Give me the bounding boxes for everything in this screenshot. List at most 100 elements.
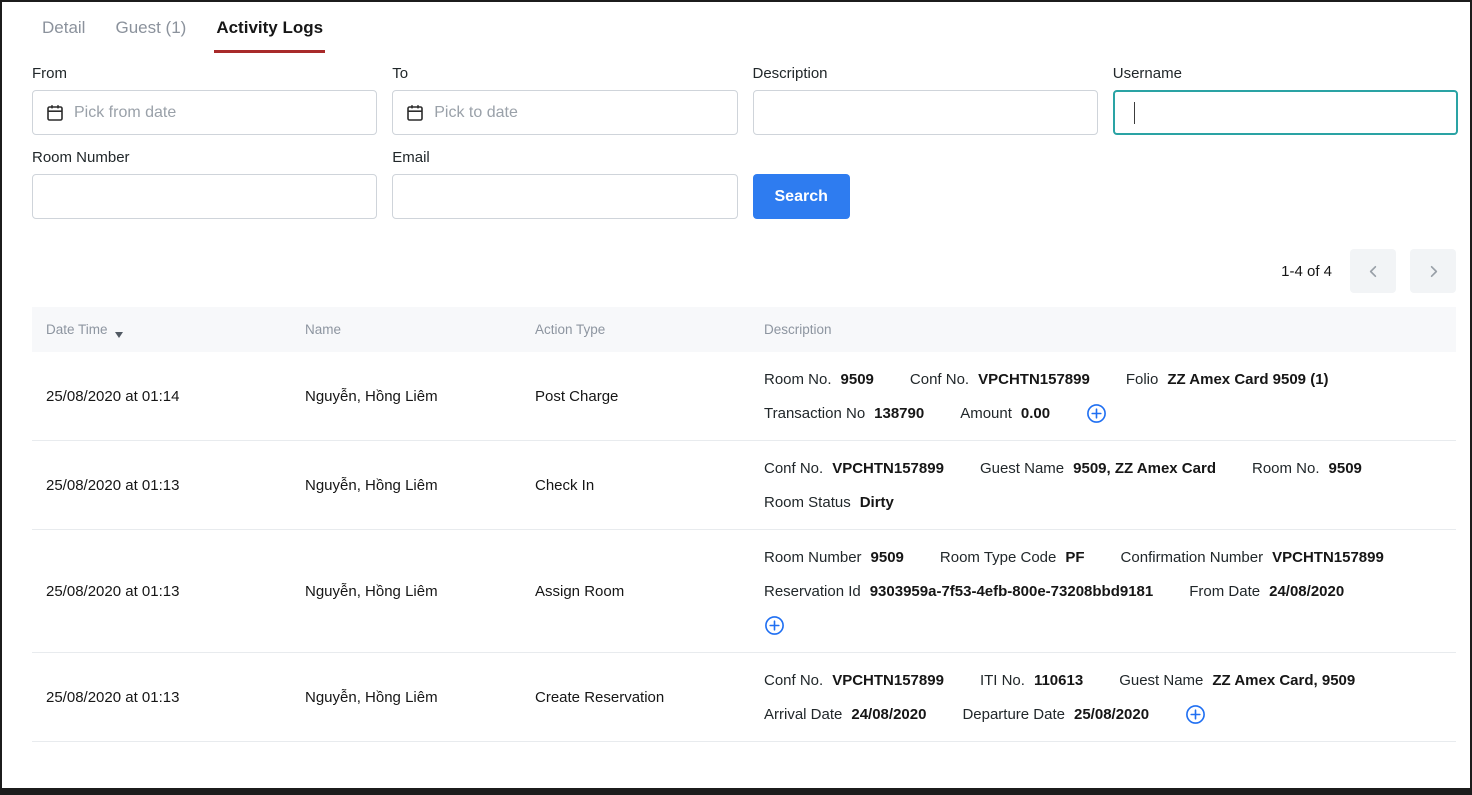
- description-field: Conf No.VPCHTN157899: [910, 371, 1090, 388]
- username-label: Username: [1113, 65, 1458, 82]
- from-placeholder: Pick from date: [74, 104, 176, 122]
- cell-action-type: Create Reservation: [535, 689, 764, 706]
- cell-action-type: Check In: [535, 477, 764, 494]
- description-field-value: 9509, ZZ Amex Card: [1073, 460, 1216, 477]
- description-field-label: Conf No.: [910, 371, 969, 388]
- description-field-label: From Date: [1189, 583, 1260, 600]
- description-line: Arrival Date 24/08/2020 Departure Date25/0…: [764, 697, 1444, 731]
- description-field-label: Room Type Code: [940, 549, 1056, 566]
- description-field-value: 9509: [1329, 460, 1362, 477]
- expand-details-button[interactable]: [1185, 704, 1206, 725]
- to-placeholder: Pick to date: [434, 104, 518, 122]
- description-field: Conf No.VPCHTN157899: [764, 460, 944, 477]
- cell-description: Conf No.VPCHTN157899ITI No.110613Guest N…: [764, 663, 1456, 731]
- cell-name: Nguyễn, Hồng Liêm: [305, 477, 535, 494]
- email-input[interactable]: [392, 174, 737, 219]
- description-field-label: Room Status: [764, 494, 851, 511]
- table-header: Date Time Name Action Type Description: [32, 307, 1456, 352]
- column-header-date-time-label: Date Time: [46, 322, 108, 337]
- cell-date-time: 25/08/2020 at 01:14: [46, 388, 305, 405]
- sort-desc-icon: [115, 332, 123, 338]
- table-row: 25/08/2020 at 01:13Nguyễn, Hồng LiêmChec…: [32, 441, 1456, 530]
- tab-bar: Detail Guest (1) Activity Logs: [2, 2, 1470, 53]
- cell-description: Conf No.VPCHTN157899 Guest Name 9509, ZZ A…: [764, 451, 1456, 519]
- chevron-right-icon: [1426, 264, 1441, 279]
- cell-action-type: Assign Room: [535, 583, 764, 600]
- description-field-value: 138790: [874, 405, 924, 422]
- description-field: From Date24/08/2020: [1189, 583, 1344, 600]
- description-field: Reservation Id9303959a-7f53-4efb-800e-73…: [764, 583, 1153, 600]
- chevron-left-icon: [1366, 264, 1381, 279]
- description-line: Room Number9509Room Type CodePFConfirmat…: [764, 540, 1444, 574]
- description-field: Departure Date25/08/2020: [962, 706, 1149, 723]
- column-header-action-type[interactable]: Action Type: [535, 322, 764, 337]
- description-line: Conf No.VPCHTN157899ITI No.110613Guest N…: [764, 663, 1444, 697]
- description-field: Arrival Date 24/08/2020: [764, 706, 926, 723]
- description-field-label: Room No.: [1252, 460, 1320, 477]
- description-field: Transaction No 138790: [764, 405, 924, 422]
- from-date-field: From Pick from date: [32, 65, 377, 135]
- description-field-label: ITI No.: [980, 672, 1025, 689]
- description-field-label: Amount: [960, 405, 1012, 422]
- room-number-text-input[interactable]: [46, 188, 363, 206]
- calendar-icon: [406, 104, 424, 122]
- from-label: From: [32, 65, 377, 82]
- description-field: Guest NameZZ Amex Card, 9509: [1119, 672, 1355, 689]
- description-line: Conf No.VPCHTN157899 Guest Name 9509, ZZ A…: [764, 451, 1444, 485]
- to-date-input[interactable]: Pick to date: [392, 90, 737, 135]
- description-field-value: 9509: [841, 371, 874, 388]
- description-field-label: Folio: [1126, 371, 1159, 388]
- description-field: Room Number9509: [764, 549, 904, 566]
- plus-circle-icon: [1086, 403, 1107, 424]
- description-field-label: Transaction No: [764, 405, 865, 422]
- room-number-input[interactable]: [32, 174, 377, 219]
- expand-details-button[interactable]: [764, 615, 785, 636]
- description-field-label: Guest Name: [980, 460, 1064, 477]
- description-line: Room StatusDirty: [764, 485, 1444, 519]
- email-text-input[interactable]: [406, 188, 723, 206]
- tab-guest[interactable]: Guest (1): [113, 12, 188, 53]
- description-field: Room Type CodePF: [940, 549, 1085, 566]
- column-header-description[interactable]: Description: [764, 322, 1456, 337]
- description-field-value: 24/08/2020: [851, 706, 926, 723]
- description-field-label: Arrival Date: [764, 706, 842, 723]
- description-field-label: Reservation Id: [764, 583, 861, 600]
- expand-details-button[interactable]: [1086, 403, 1107, 424]
- table-body: 25/08/2020 at 01:14 Nguyễn, Hồng Liêm Post…: [32, 352, 1456, 742]
- description-field-value: ZZ Amex Card 9509 (1): [1167, 371, 1328, 388]
- description-field-value: VPCHTN157899: [832, 460, 944, 477]
- email-field: Email: [392, 149, 737, 219]
- description-field: Room No. 9509: [1252, 460, 1362, 477]
- pagination-range: 1-4 of 4: [1281, 263, 1332, 280]
- description-field-label: Room No.: [764, 371, 832, 388]
- next-page-button[interactable]: [1410, 249, 1456, 293]
- to-label: To: [392, 65, 737, 82]
- cell-description: Room Number9509Room Type CodePFConfirmat…: [764, 540, 1456, 642]
- description-field-label: Conf No.: [764, 672, 823, 689]
- column-header-name[interactable]: Name: [305, 322, 535, 337]
- description-field: Conf No. VPCHTN157899: [764, 672, 944, 689]
- results-card: 1-4 of 4 Date Time Name Action Type Desc…: [32, 235, 1456, 742]
- description-text-input[interactable]: [767, 104, 1084, 122]
- room-number-field: Room Number: [32, 149, 377, 219]
- cell-action-type: Post Charge: [535, 388, 764, 405]
- from-date-input[interactable]: Pick from date: [32, 90, 377, 135]
- description-field-value: VPCHTN157899: [832, 672, 944, 689]
- calendar-icon: [46, 104, 64, 122]
- table-row: 25/08/2020 at 01:13Nguyễn, Hồng LiêmAssi…: [32, 530, 1456, 653]
- description-field: Room No. 9509: [764, 371, 874, 388]
- cell-name: Nguyễn, Hồng Liêm: [305, 689, 535, 706]
- tab-activity-logs[interactable]: Activity Logs: [214, 12, 325, 53]
- username-input[interactable]: [1113, 90, 1458, 135]
- plus-circle-icon: [764, 615, 785, 636]
- tab-detail[interactable]: Detail: [40, 12, 87, 53]
- prev-page-button[interactable]: [1350, 249, 1396, 293]
- search-button-cell: Search: [753, 149, 1098, 219]
- description-line: Room No. 9509 Conf No.VPCHTN157899 Folio ZZ …: [764, 362, 1444, 396]
- table-row: 25/08/2020 at 01:14Nguyễn, Hồng LiêmPost…: [32, 352, 1456, 441]
- column-header-date-time[interactable]: Date Time: [46, 322, 305, 337]
- description-input[interactable]: [753, 90, 1098, 135]
- description-field: Folio ZZ Amex Card 9509 (1): [1126, 371, 1329, 388]
- search-button[interactable]: Search: [753, 174, 850, 219]
- description-line: Transaction No138790Amount0.00: [764, 396, 1444, 430]
